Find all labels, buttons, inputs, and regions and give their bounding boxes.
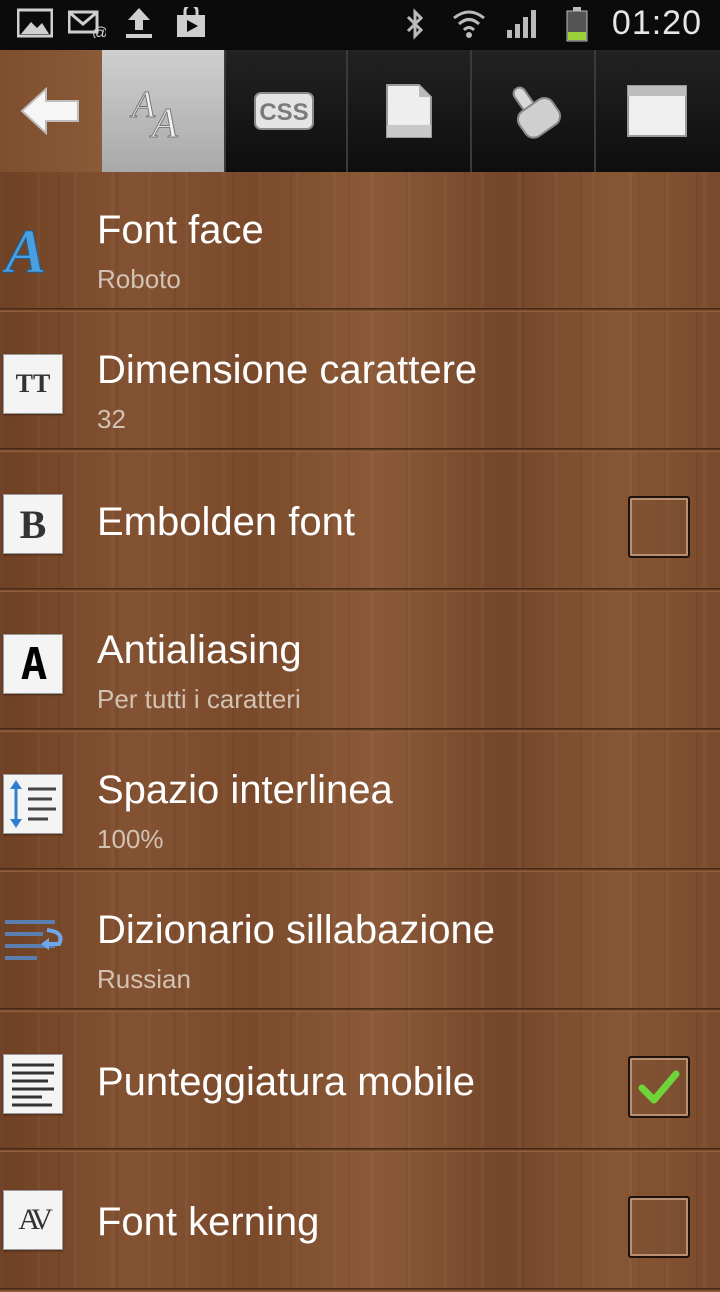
item-subtitle: 100%: [97, 824, 164, 854]
item-title: Font face: [97, 208, 264, 252]
kerning-checkbox[interactable]: [628, 1196, 690, 1258]
list-item-embolden-font[interactable]: B Embolden font: [0, 452, 720, 592]
text-document-icon: [3, 1054, 63, 1114]
tab-css[interactable]: CSS: [224, 50, 348, 172]
email-icon: @: [68, 6, 106, 40]
svg-text:CSS: CSS: [259, 99, 308, 126]
list-item-font-size[interactable]: TT Dimensione carattere 32: [0, 312, 720, 452]
upload-icon: [120, 6, 158, 40]
play-store-icon: [172, 6, 210, 40]
bold-icon: B: [3, 494, 63, 554]
clock: 01:20: [611, 4, 702, 42]
hanging-punctuation-checkbox[interactable]: [628, 1056, 690, 1118]
item-subtitle: Per tutti i caratteri: [97, 684, 301, 714]
text-document-glyph: [12, 1063, 54, 1107]
item-title: Spazio interlinea: [97, 768, 393, 812]
tab-tap-zones[interactable]: [472, 50, 596, 172]
item-title: Dizionario sillabazione: [97, 908, 495, 952]
item-subtitle: 32: [97, 404, 126, 434]
item-title: Punteggiatura mobile: [97, 1060, 476, 1104]
item-title: Font kerning: [97, 1200, 320, 1244]
list-item-hanging-punctuation[interactable]: Punteggiatura mobile: [0, 1012, 720, 1152]
list-item-font-kerning[interactable]: AV Font kerning: [0, 1152, 720, 1292]
list-item-antialiasing[interactable]: A Antialiasing Per tutti i caratteri: [0, 592, 720, 732]
tab-window[interactable]: [596, 50, 718, 172]
svg-text:@: @: [92, 25, 106, 38]
window-icon: [627, 85, 687, 137]
checkmark-icon: [638, 1070, 680, 1104]
toolbar: A A CSS: [0, 50, 720, 172]
antialias-icon-glyph: A: [20, 638, 47, 690]
kerning-icon-glyph: AV: [18, 1203, 53, 1236]
battery-icon: [558, 6, 596, 41]
item-subtitle: Roboto: [97, 264, 181, 294]
text-size-icon-glyph: TT: [15, 369, 51, 398]
css-icon: CSS: [254, 92, 314, 130]
list-item-line-spacing[interactable]: Spazio interlinea 100%: [0, 732, 720, 872]
font-a-icon: A: [3, 218, 47, 279]
antialias-icon: A: [3, 634, 63, 694]
item-subtitle: Russian: [97, 964, 191, 994]
item-title: Dimensione carattere: [97, 348, 478, 392]
line-spacing-icon: [3, 774, 63, 834]
hand-tap-icon: [512, 86, 562, 139]
hyphenation-icon: [5, 920, 63, 960]
tab-page[interactable]: [348, 50, 472, 172]
svg-text:A: A: [3, 218, 46, 278]
page-icon: [386, 84, 432, 138]
settings-list: A Font face Roboto TT Dimensione caratte…: [0, 172, 720, 1292]
status-bar: @ 01:20: [0, 0, 720, 50]
embolden-checkbox[interactable]: [628, 496, 690, 558]
font-aa-icon: A A: [129, 84, 179, 142]
kerning-icon: AV: [3, 1190, 63, 1250]
svg-text:A: A: [149, 101, 178, 141]
list-item-hyphenation[interactable]: Dizionario sillabazione Russian: [0, 872, 720, 1012]
item-title: Antialiasing: [97, 628, 302, 672]
list-item-font-face[interactable]: A Font face Roboto: [0, 172, 720, 312]
text-size-icon: TT: [3, 354, 63, 414]
tab-font[interactable]: A A: [102, 50, 226, 172]
line-spacing-glyph: [10, 780, 56, 828]
back-button[interactable]: [0, 50, 102, 172]
back-arrow-icon: [20, 86, 79, 136]
bluetooth-icon: [396, 7, 434, 41]
gallery-icon: [16, 6, 54, 40]
bold-icon-glyph: B: [19, 501, 47, 547]
wifi-icon: [450, 7, 488, 41]
item-title: Embolden font: [97, 500, 355, 544]
signal-icon: [504, 7, 542, 41]
